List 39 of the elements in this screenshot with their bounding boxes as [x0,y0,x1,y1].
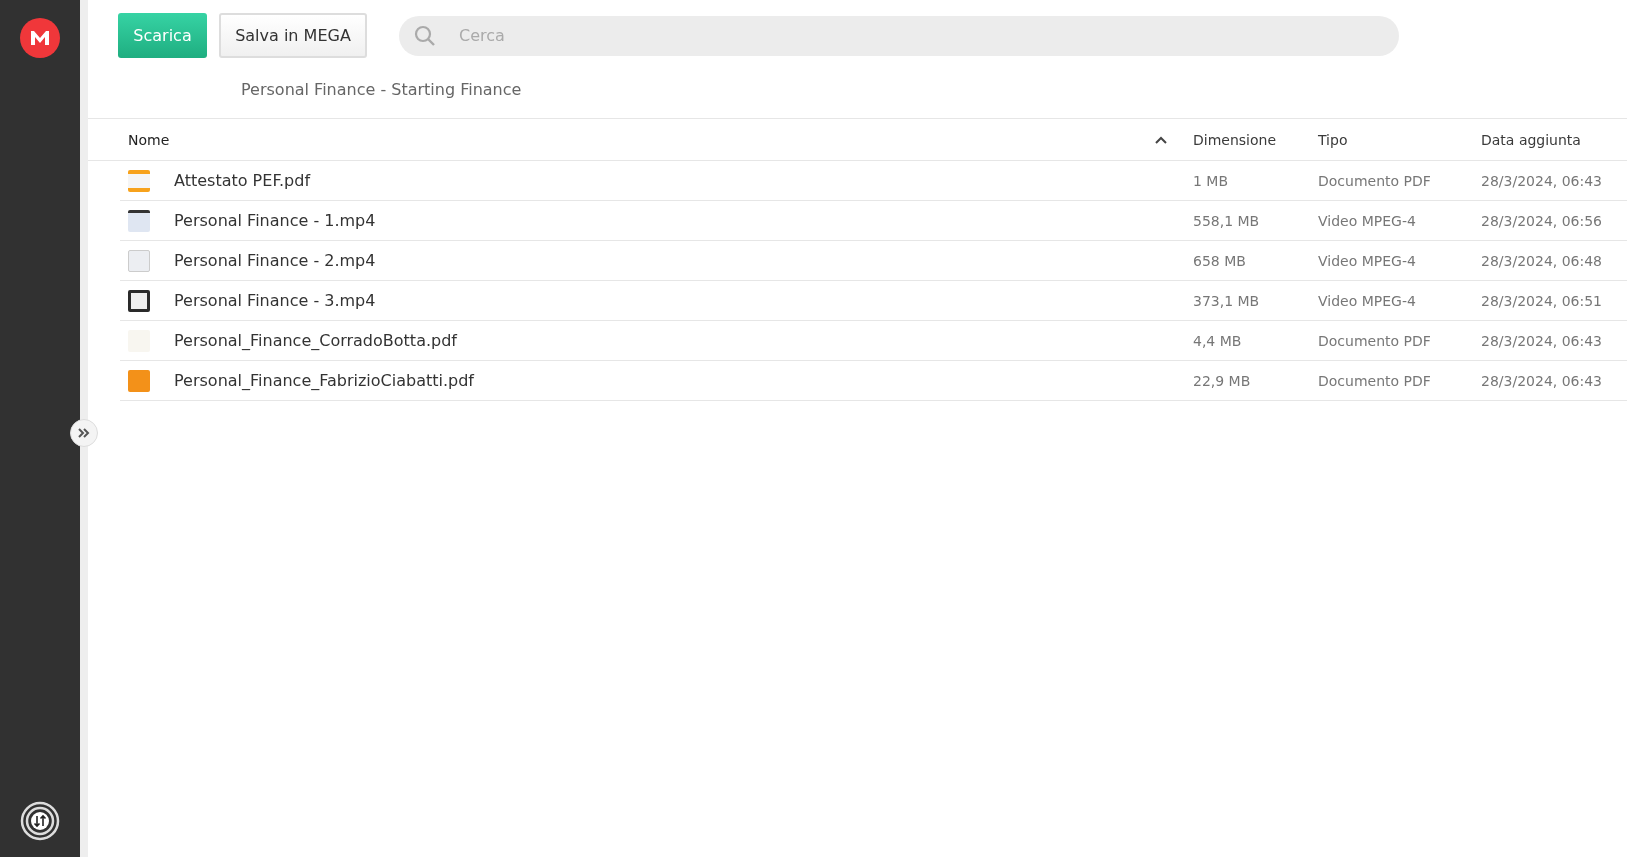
column-header[interactable]: Data aggiunta [1481,131,1581,148]
date-added: 28/3/2024, 06:43 [1481,372,1604,389]
file-type: Documento PDF [1318,332,1432,349]
file-type: Video MPEG-4 [1318,292,1417,309]
logo-icon[interactable] [20,18,60,58]
file-name[interactable]: Personal Finance - 2.mp4 [174,251,376,270]
file-name[interactable]: Personal Finance - 1.mp4 [174,211,376,230]
file-size: 1 MB [1193,172,1230,189]
file-size: 658 MB [1193,252,1247,269]
breadcrumb[interactable]: Personal Finance - Starting Finance [241,80,522,99]
file-name[interactable]: Attestato PEF.pdf [174,171,311,190]
file-size: 558,1 MB [1193,212,1261,229]
file-type: Documento PDF [1318,372,1432,389]
date-added: 28/3/2024, 06:43 [1481,172,1604,189]
column-header[interactable]: Tipo [1318,131,1348,148]
file-name[interactable]: Personal Finance - 3.mp4 [174,291,376,310]
transfer-icon[interactable] [20,801,60,841]
file-thumbnail [128,249,150,272]
search-field[interactable]: Cerca [399,15,1399,56]
file-thumbnail [128,209,150,232]
file-thumbnail [128,369,150,392]
file-thumbnail [128,169,150,192]
file-size: 373,1 MB [1193,292,1261,309]
save-button[interactable]: Salva in MEGA [219,13,367,58]
column-header[interactable]: Nome [128,131,170,148]
date-added: 28/3/2024, 06:43 [1481,332,1604,349]
file-size: 22,9 MB [1193,372,1252,389]
date-added: 28/3/2024, 06:48 [1481,252,1604,269]
file-name[interactable]: Personal_Finance_CorradoBotta.pdf [174,331,457,350]
file-name[interactable]: Personal_Finance_FabrizioCiabatti.pdf [174,371,474,390]
file-size: 4,4 MB [1193,332,1243,349]
file-type: Documento PDF [1318,172,1432,189]
double-chevron-icon [77,427,91,439]
date-added: 28/3/2024, 06:51 [1481,292,1604,309]
date-added: 28/3/2024, 06:56 [1481,212,1604,229]
file-type: Video MPEG-4 [1318,252,1417,269]
file-thumbnail [128,289,150,312]
file-type: Video MPEG-4 [1318,212,1417,229]
column-header[interactable]: Dimensione [1193,131,1277,148]
